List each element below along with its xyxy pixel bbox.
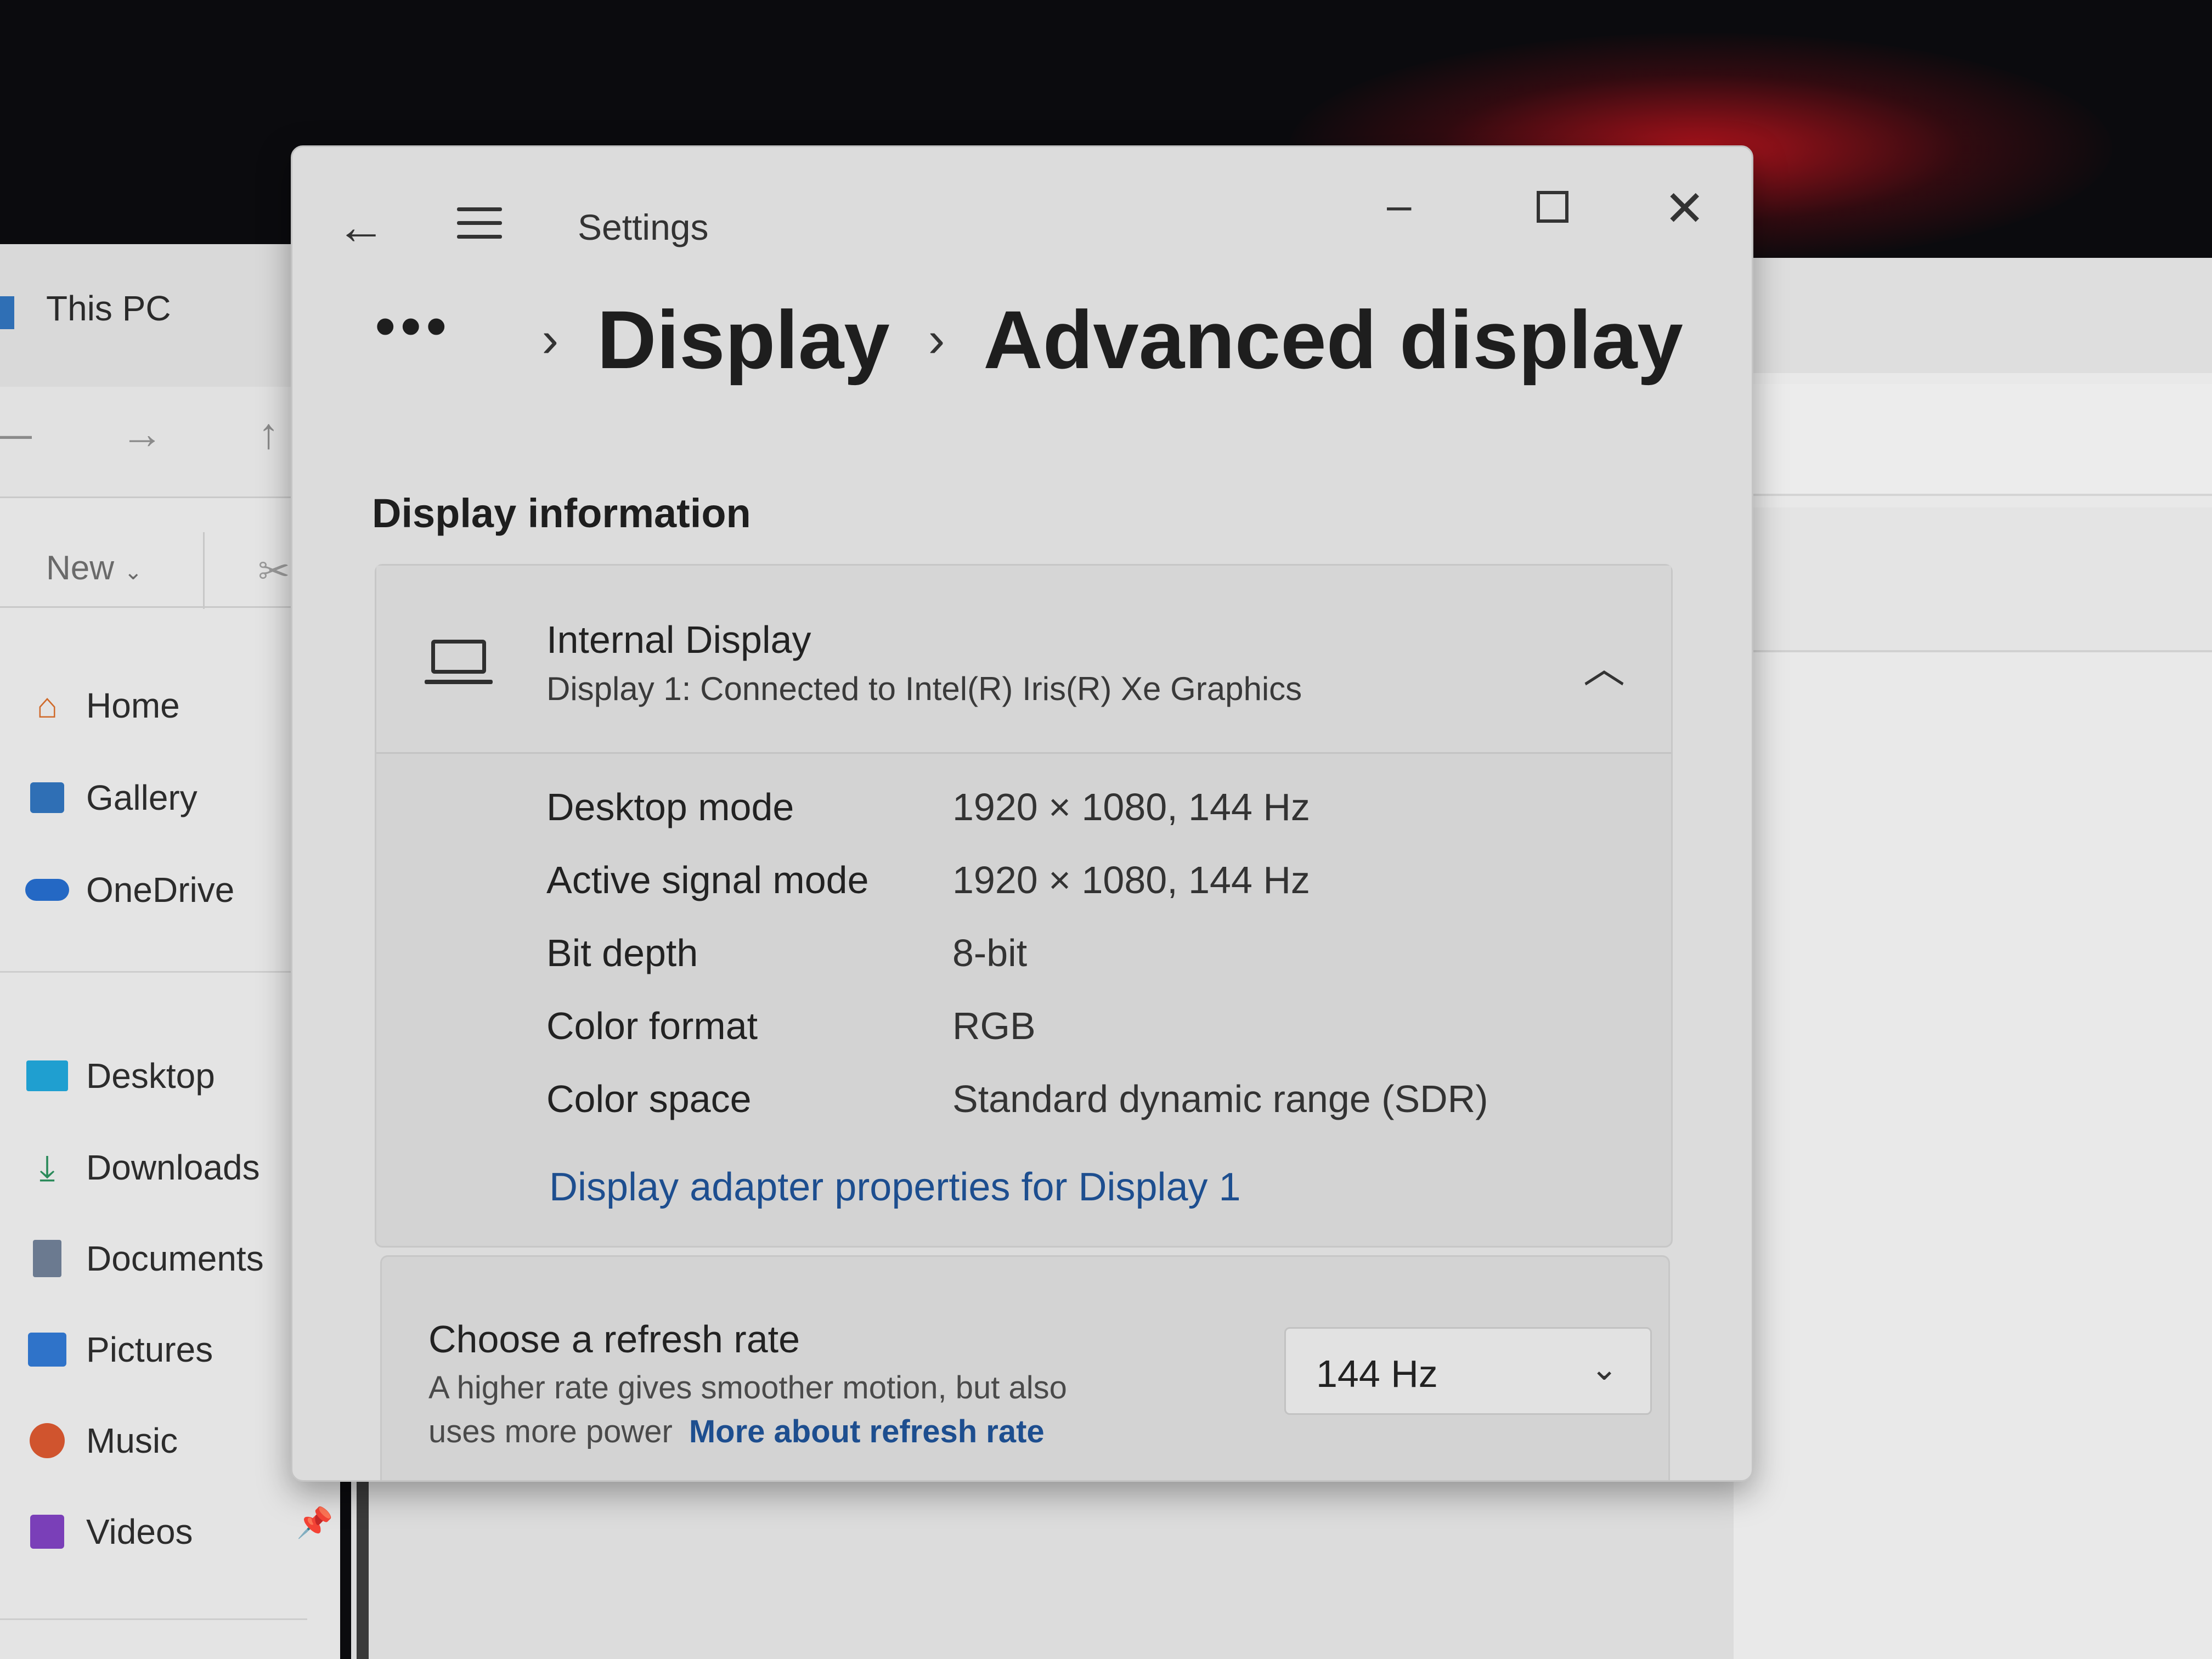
display-info-header[interactable]: Internal Display Display 1: Connected to… [376, 566, 1671, 754]
breadcrumb-more-button[interactable]: ••• [375, 291, 452, 361]
file-explorer-window: This PC — → ↑ New ⌄ ✂ ⌂ Home Gallery OneD… [0, 244, 340, 1659]
nav-item-gallery[interactable]: Gallery [25, 775, 198, 820]
refresh-rate-description-2: uses more power More about refresh rate [428, 1413, 1045, 1450]
breadcrumb: ••• › Display › Advanced display [375, 292, 1683, 387]
menu-icon[interactable] [457, 207, 502, 249]
refresh-rate-selected-value: 144 Hz [1316, 1352, 1438, 1395]
settings-window: ← Settings – ✕ ••• › Display › Advanced … [291, 145, 1753, 1482]
desktop-icon [25, 1053, 70, 1098]
info-value-color-space: Standard dynamic range (SDR) [952, 1077, 1488, 1120]
nav-label: Home [86, 686, 180, 725]
chevron-right-icon: › [541, 312, 559, 368]
explorer-title: This PC [46, 289, 171, 328]
refresh-rate-card: Choose a refresh rate A higher rate give… [380, 1255, 1670, 1480]
info-value-color-format: RGB [952, 1005, 1036, 1047]
info-label-color-format: Color format [546, 1005, 758, 1047]
new-button-label: New [46, 549, 115, 587]
info-label-color-space: Color space [546, 1077, 752, 1120]
gallery-icon [25, 775, 70, 820]
home-icon: ⌂ [36, 686, 58, 725]
nav-label: Videos [86, 1512, 193, 1551]
refresh-rate-title: Choose a refresh rate [428, 1318, 800, 1361]
section-title: Display information [372, 490, 751, 536]
display-subtitle: Display 1: Connected to Intel(R) Iris(R)… [546, 670, 1302, 707]
this-pc-icon [0, 296, 14, 329]
background-window-toolbar [1734, 507, 2212, 652]
info-value-desktop-mode: 1920 × 1080, 144 Hz [952, 786, 1310, 828]
up-arrow-icon[interactable]: ↑ [258, 409, 279, 459]
nav-label: Downloads [86, 1148, 260, 1187]
display-info-card: Internal Display Display 1: Connected to… [375, 564, 1673, 1248]
nav-item-videos[interactable]: Videos [25, 1509, 193, 1554]
window-edge [357, 1481, 369, 1659]
videos-icon [25, 1509, 70, 1554]
onedrive-cloud-icon [25, 867, 70, 912]
nav-item-home[interactable]: ⌂ Home [25, 683, 180, 728]
display-adapter-properties-link[interactable]: Display adapter properties for Display 1 [549, 1165, 1241, 1210]
info-label-desktop-mode: Desktop mode [546, 786, 794, 828]
nav-item-pictures[interactable]: Pictures [25, 1327, 213, 1372]
background-window-content [351, 1481, 1734, 1659]
info-value-bit-depth: 8-bit [952, 932, 1028, 974]
nav-label: Desktop [86, 1056, 215, 1096]
refresh-rate-description-text: uses more power [428, 1414, 673, 1449]
chevron-up-icon[interactable]: ︿ [1583, 634, 1625, 695]
nav-divider [0, 971, 307, 973]
info-value-active-signal-mode: 1920 × 1080, 144 Hz [952, 859, 1310, 901]
nav-item-downloads[interactable]: ⤓ Downloads [25, 1145, 260, 1190]
download-icon: ⤓ [39, 1147, 55, 1187]
background-window [1734, 258, 2212, 1659]
laptop-icon [431, 640, 486, 674]
page-title: Advanced display [983, 294, 1683, 386]
nav-divider [0, 1618, 307, 1620]
chevron-down-icon: ⌄ [124, 560, 143, 584]
close-button[interactable]: ✕ [1664, 180, 1705, 238]
nav-label: Pictures [86, 1330, 213, 1369]
refresh-rate-description: A higher rate gives smoother motion, but… [428, 1370, 1067, 1406]
pictures-icon [25, 1327, 70, 1372]
info-label-active-signal-mode: Active signal mode [546, 859, 869, 901]
music-icon [25, 1418, 70, 1463]
more-about-refresh-rate-link[interactable]: More about refresh rate [689, 1414, 1045, 1449]
new-button[interactable]: New ⌄ [46, 549, 143, 588]
app-title: Settings [578, 207, 709, 247]
chevron-right-icon: › [928, 312, 945, 368]
maximize-button[interactable] [1537, 191, 1568, 223]
display-name: Internal Display [546, 618, 811, 661]
nav-label: Gallery [86, 778, 198, 817]
nav-label: OneDrive [86, 870, 235, 910]
nav-item-desktop[interactable]: Desktop [25, 1053, 215, 1098]
chevron-down-icon: ⌄ [1590, 1350, 1618, 1387]
nav-label: Music [86, 1421, 178, 1460]
laptop-icon-base [425, 680, 493, 684]
forward-arrow-icon[interactable]: → [121, 409, 163, 459]
nav-item-documents[interactable]: Documents [25, 1236, 264, 1281]
background-window-addressbar [1734, 384, 2212, 496]
toolbar-separator [203, 532, 205, 609]
breadcrumb-display-link[interactable]: Display [597, 292, 890, 387]
documents-icon [25, 1236, 70, 1281]
refresh-rate-dropdown[interactable]: 144 Hz ⌄ [1284, 1327, 1652, 1415]
nav-item-music[interactable]: Music [25, 1418, 178, 1463]
back-arrow-icon[interactable]: ← [336, 199, 386, 256]
info-label-bit-depth: Bit depth [546, 932, 698, 974]
nav-label: Documents [86, 1239, 264, 1278]
back-arrow-icon[interactable]: — [0, 409, 32, 459]
background-window-titlebar [1734, 258, 2212, 373]
cut-icon[interactable]: ✂ [258, 549, 290, 594]
explorer-navbar [0, 387, 340, 498]
nav-item-onedrive[interactable]: OneDrive [25, 867, 234, 912]
pin-icon[interactable]: 📌 [296, 1506, 333, 1541]
minimize-button[interactable]: – [1387, 180, 1412, 230]
